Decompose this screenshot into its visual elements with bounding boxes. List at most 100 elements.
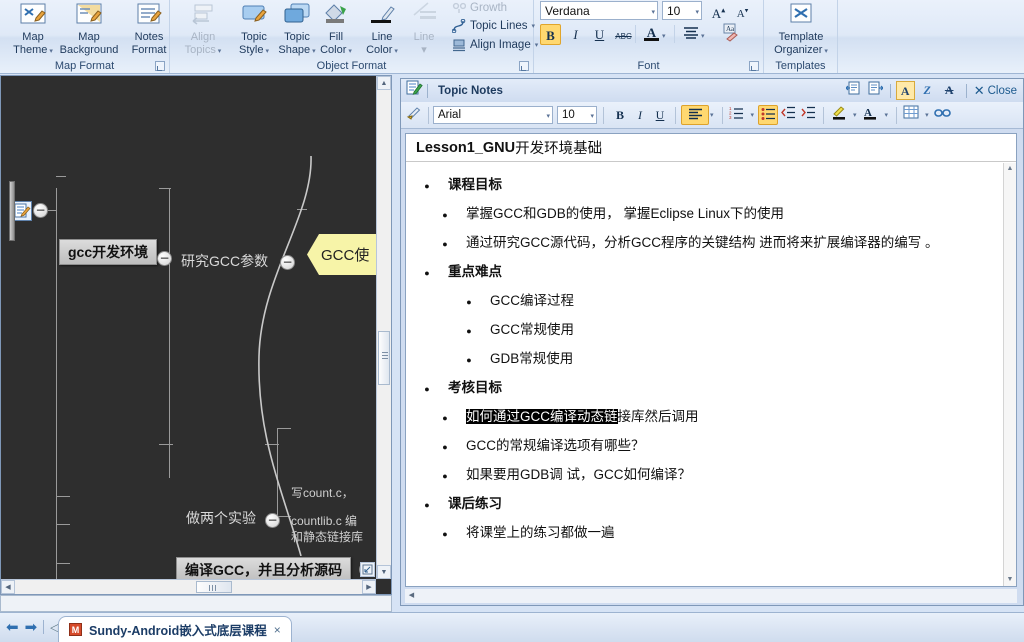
notes-list-item[interactable]: ● 通过研究GCC源代码，分析GCC程序的关键结构 进而将来扩展编译器的编写 。 (406, 229, 1003, 258)
forward-arrow-icon[interactable]: ➡ (25, 618, 38, 636)
notes-body[interactable]: ● 课程目标 ● 掌握GCC和GDB的使用， 掌握Eclipse Linux下的使用 ●… (406, 163, 1003, 586)
clear-formatting-button[interactable]: Aa (720, 22, 741, 43)
collapse-knob-gcc-env[interactable]: − (157, 251, 172, 266)
insert-link-button[interactable] (933, 105, 953, 125)
notes-list-item[interactable]: ● 课程目标 (406, 171, 1003, 200)
map-node-write-count-c[interactable]: 写count.c， (291, 486, 354, 501)
italic-button[interactable]: I (565, 24, 586, 45)
align-image-button[interactable]: Align Image ▾ (452, 38, 538, 52)
map-horizontal-scrollbar[interactable]: ◀ ▶ (1, 579, 376, 594)
object-format-dialog-launcher[interactable] (519, 61, 529, 71)
decrease-indent-button[interactable] (778, 105, 798, 125)
map-node-gcc-env[interactable]: gcc开发环境 (59, 239, 158, 265)
font-size-combo[interactable]: 10 ▾ (662, 1, 702, 20)
notes-list-item[interactable]: ● GCC的常规编译选项有哪些？ (406, 432, 1003, 461)
notes-list-item[interactable]: ● 课后练习 (406, 490, 1003, 519)
insert-note-button[interactable] (844, 81, 863, 100)
font-dialog-launcher[interactable] (749, 61, 759, 71)
bold-button[interactable]: B (540, 24, 561, 45)
map-format-dialog-launcher[interactable] (155, 61, 165, 71)
notes-vertical-scrollbar[interactable]: ▲ ▼ (1003, 163, 1016, 586)
map-background-button[interactable]: Map Background (56, 1, 122, 56)
note-topic-icon[interactable] (12, 201, 32, 221)
scroll-down-arrow-icon[interactable]: ▼ (377, 565, 391, 579)
notes-italic-button[interactable]: I (630, 105, 650, 125)
topic-lines-button[interactable]: Topic Lines ▾ (452, 19, 535, 33)
notes-list-item[interactable]: ● 重点难点 (406, 258, 1003, 287)
remove-note-button[interactable] (866, 81, 885, 100)
note-font-italic-button[interactable]: Z (918, 81, 937, 100)
scroll-right-arrow-icon[interactable]: ▶ (362, 580, 376, 594)
notes-underline-button[interactable]: U (650, 105, 670, 125)
map-hscroll-thumb[interactable] (196, 581, 232, 593)
strikethrough-button[interactable]: ABC (613, 24, 634, 45)
scroll-left-arrow-icon[interactable]: ◀ (1, 580, 15, 594)
align-topics-button[interactable]: Align Topics ▾ (174, 1, 232, 57)
notes-list-item[interactable]: ● GCC常规使用 (406, 316, 1003, 345)
notes-bold-button[interactable]: B (610, 105, 630, 125)
notes-list-item[interactable]: ● GCC编译过程 (406, 287, 1003, 316)
scroll-left-arrow-icon[interactable]: ◀ (405, 589, 418, 603)
line-weight-button[interactable]: Line ▾ (403, 1, 445, 56)
note-font-plain-button[interactable]: A (895, 81, 915, 100)
notes-font-color-button[interactable]: A (861, 105, 881, 125)
map-node-gcc-usage[interactable]: GCC使 (307, 234, 384, 275)
highlight-color-button[interactable] (829, 105, 849, 125)
collapse-knob-experiments[interactable]: − (265, 513, 280, 528)
collapse-knob-root[interactable]: − (33, 203, 48, 218)
notes-list-item[interactable]: ● 考核目标 (406, 374, 1003, 403)
font-color-button[interactable]: A (641, 22, 662, 43)
format-painter-button[interactable] (404, 105, 424, 125)
topic-lines-icon (452, 19, 466, 33)
bullet-icon: ● (424, 500, 430, 510)
format-painter-icon (406, 107, 421, 120)
increase-indent-button[interactable] (798, 105, 818, 125)
shrink-font-button[interactable]: A▾ (732, 0, 753, 21)
fill-color-button[interactable]: Fill Color ▾ (312, 1, 360, 57)
map-node-study-gcc-params[interactable]: 研究GCC参数 (181, 251, 268, 271)
template-organizer-button[interactable]: Template Organizer ▾ (770, 1, 832, 57)
notes-list-item[interactable]: ● 如果要用GDB调 试，GCC如何编译？ (406, 461, 1003, 490)
notes-italic-label: I (638, 108, 642, 122)
root-topic-bar[interactable] (9, 181, 15, 241)
notes-list-item[interactable]: ● 将课堂上的练习都做一遍 (406, 519, 1003, 548)
map-node-countlib-c[interactable]: countlib.c 编 (291, 514, 357, 529)
grow-font-button[interactable]: A▴ (708, 0, 729, 21)
font-separator-1 (635, 25, 636, 43)
scroll-up-arrow-icon[interactable]: ▲ (1004, 163, 1016, 175)
line-color-button[interactable]: Line Color ▾ (358, 1, 406, 57)
paragraph-align-button[interactable] (680, 24, 701, 45)
numbered-list-button[interactable]: 1 2 3 (727, 105, 747, 125)
chevron-down-icon: ▾ (925, 112, 929, 119)
notes-list-item[interactable]: ● 掌握GCC和GDB的使用， 掌握Eclipse Linux下的使用 (406, 200, 1003, 229)
scroll-up-arrow-icon[interactable]: ▲ (377, 76, 391, 90)
map-fit-button[interactable] (360, 562, 375, 577)
notes-font-size-combo[interactable]: 10 ▾ (557, 106, 597, 124)
growth-button[interactable]: Growth (452, 2, 507, 14)
topic-notes-icon (401, 80, 427, 101)
scroll-down-arrow-icon[interactable]: ▼ (1004, 574, 1016, 586)
back-arrow-icon[interactable]: ⬅ (6, 618, 19, 636)
close-notes-button[interactable]: ✕ Close (974, 83, 1017, 99)
note-font-clear-button[interactable]: A (940, 81, 959, 100)
map-node-static-link[interactable]: 和静态链接库 (291, 530, 363, 545)
mind-map-canvas[interactable]: − gcc开发环境 − 研究GCC参数 − GCC使 做两个实验 − 写coun… (1, 76, 391, 594)
map-theme-button[interactable]: Map Theme ▾ (4, 1, 62, 57)
document-tab-close-button[interactable]: × (274, 623, 281, 637)
notes-horizontal-scrollbar[interactable]: ◀ (405, 589, 1017, 603)
insert-table-button[interactable] (901, 105, 921, 125)
notes-font-family-combo[interactable]: Arial ▾ (433, 106, 553, 124)
notes-list-item[interactable]: ● 如何通过GCC编译动态链接库然后调用 (406, 403, 1003, 432)
map-node-two-experiments[interactable]: 做两个实验 (186, 508, 256, 528)
mind-map-pane[interactable]: − gcc开发环境 − 研究GCC参数 − GCC使 做两个实验 − 写coun… (0, 75, 392, 595)
notes-document[interactable]: Lesson1_GNU 开发环境基础 ● 课程目标 ● 掌握GCC和GDB的使用， 掌握… (405, 133, 1017, 587)
bullet-list-button[interactable] (758, 105, 779, 125)
notes-align-button[interactable] (681, 105, 709, 125)
map-scroll-thumb[interactable] (378, 331, 390, 385)
collapse-knob-study-gcc[interactable]: − (280, 255, 295, 270)
document-tab[interactable]: M Sundy-Android嵌入式底层课程 × (58, 616, 292, 642)
font-family-combo[interactable]: Verdana ▾ (540, 1, 658, 20)
map-vertical-scrollbar[interactable]: ▲ ▼ (376, 76, 391, 579)
underline-button[interactable]: U (589, 24, 610, 45)
notes-list-item[interactable]: ● GDB常规使用 (406, 345, 1003, 374)
